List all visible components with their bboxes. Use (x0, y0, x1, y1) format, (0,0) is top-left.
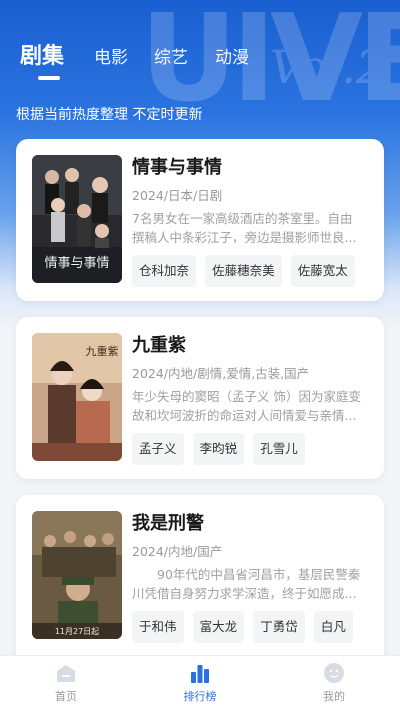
home-icon (57, 665, 75, 682)
tab-series[interactable]: 剧集 (20, 38, 64, 70)
active-tab-indicator (38, 76, 60, 80)
show-description: 7名男女在一家高级酒店的茶室里。自由 撰稿人中条彩江子，旁边是摄影师世良... (132, 211, 357, 245)
cast-list: 于和伟 富大龙 丁勇岱 白凡 (132, 611, 368, 643)
tab-movies[interactable]: 电影 (94, 43, 128, 68)
nav-ranking[interactable]: 排行榜 (160, 662, 240, 704)
show-title[interactable]: 九重紫 (132, 333, 368, 359)
cast-chip[interactable]: 富大龙 (192, 611, 245, 643)
show-title[interactable]: 我是刑警 (132, 511, 368, 537)
cast-chip[interactable]: 丁勇岱 (253, 611, 305, 643)
show-meta: 2024/内地/剧情,爱情,古装,国产 (132, 366, 310, 381)
tab-anime[interactable]: 动漫 (215, 43, 249, 68)
show-card[interactable]: 11月27日起 我是刑警 2024/内地/国产 90年代的中昌省河昌市，基层民警… (16, 495, 384, 667)
cast-chip[interactable]: 白凡 (313, 611, 353, 643)
show-poster[interactable]: 情事与事情 (32, 155, 122, 283)
poster-date-text: 11月27日起 (55, 627, 99, 636)
cast-chip[interactable]: 仓科加奈 (132, 255, 197, 287)
cast-chip[interactable]: 佐藤穗奈美 (205, 255, 282, 287)
cast-chip[interactable]: 佐藤宽太 (290, 255, 355, 287)
show-description: 90年代的中昌省河昌市，基层民警秦 川凭借自身努力求学深造，终于如愿成... (132, 567, 361, 601)
show-meta: 2024/内地/国产 (132, 544, 223, 559)
poster-title-text: 九重紫 (86, 344, 119, 358)
cast-chip[interactable]: 于和伟 (132, 611, 184, 643)
profile-icon (324, 663, 344, 683)
cast-chip[interactable]: 孔雪儿 (253, 433, 305, 465)
nav-home[interactable]: 首页 (26, 662, 106, 704)
poster-title-text: 情事与事情 (44, 256, 109, 271)
bottom-navigation: 首页 排行榜 我的 (0, 655, 400, 711)
cast-list: 孟子义 李昀锐 孔雪儿 (132, 433, 368, 465)
cast-list: 仓科加奈 佐藤穗奈美 佐藤宽太 (132, 255, 368, 287)
show-meta: 2024/日本/日剧 (132, 188, 223, 203)
cast-chip[interactable]: 孟子义 (132, 433, 184, 465)
show-description: 年少失母的窦昭（孟子义 饰）因为家庭变 故和坎坷波折的命运对人间情爱与亲情... (132, 389, 361, 423)
banner-decoration: UIVE Vol.2 (140, 0, 400, 129)
ranking-icon (191, 665, 209, 683)
cast-chip[interactable]: 李昀锐 (192, 433, 245, 465)
show-title[interactable]: 情事与事情 (132, 155, 368, 181)
tab-variety[interactable]: 综艺 (154, 43, 188, 68)
ranking-subtitle: 根据当前热度整理 不定时更新 (16, 107, 203, 123)
show-card[interactable]: 情事与事情 情事与事情 2024/日本/日剧 7名男女在一家高级酒店的茶室里。自… (16, 139, 384, 301)
show-poster[interactable]: 九重紫 (32, 333, 122, 461)
nav-profile[interactable]: 我的 (294, 662, 374, 704)
show-poster[interactable]: 11月27日起 (32, 511, 122, 639)
show-card[interactable]: 九重紫 九重紫 2024/内地/剧情,爱情,古装,国产 年少失母的窦昭（孟子义 … (16, 317, 384, 479)
